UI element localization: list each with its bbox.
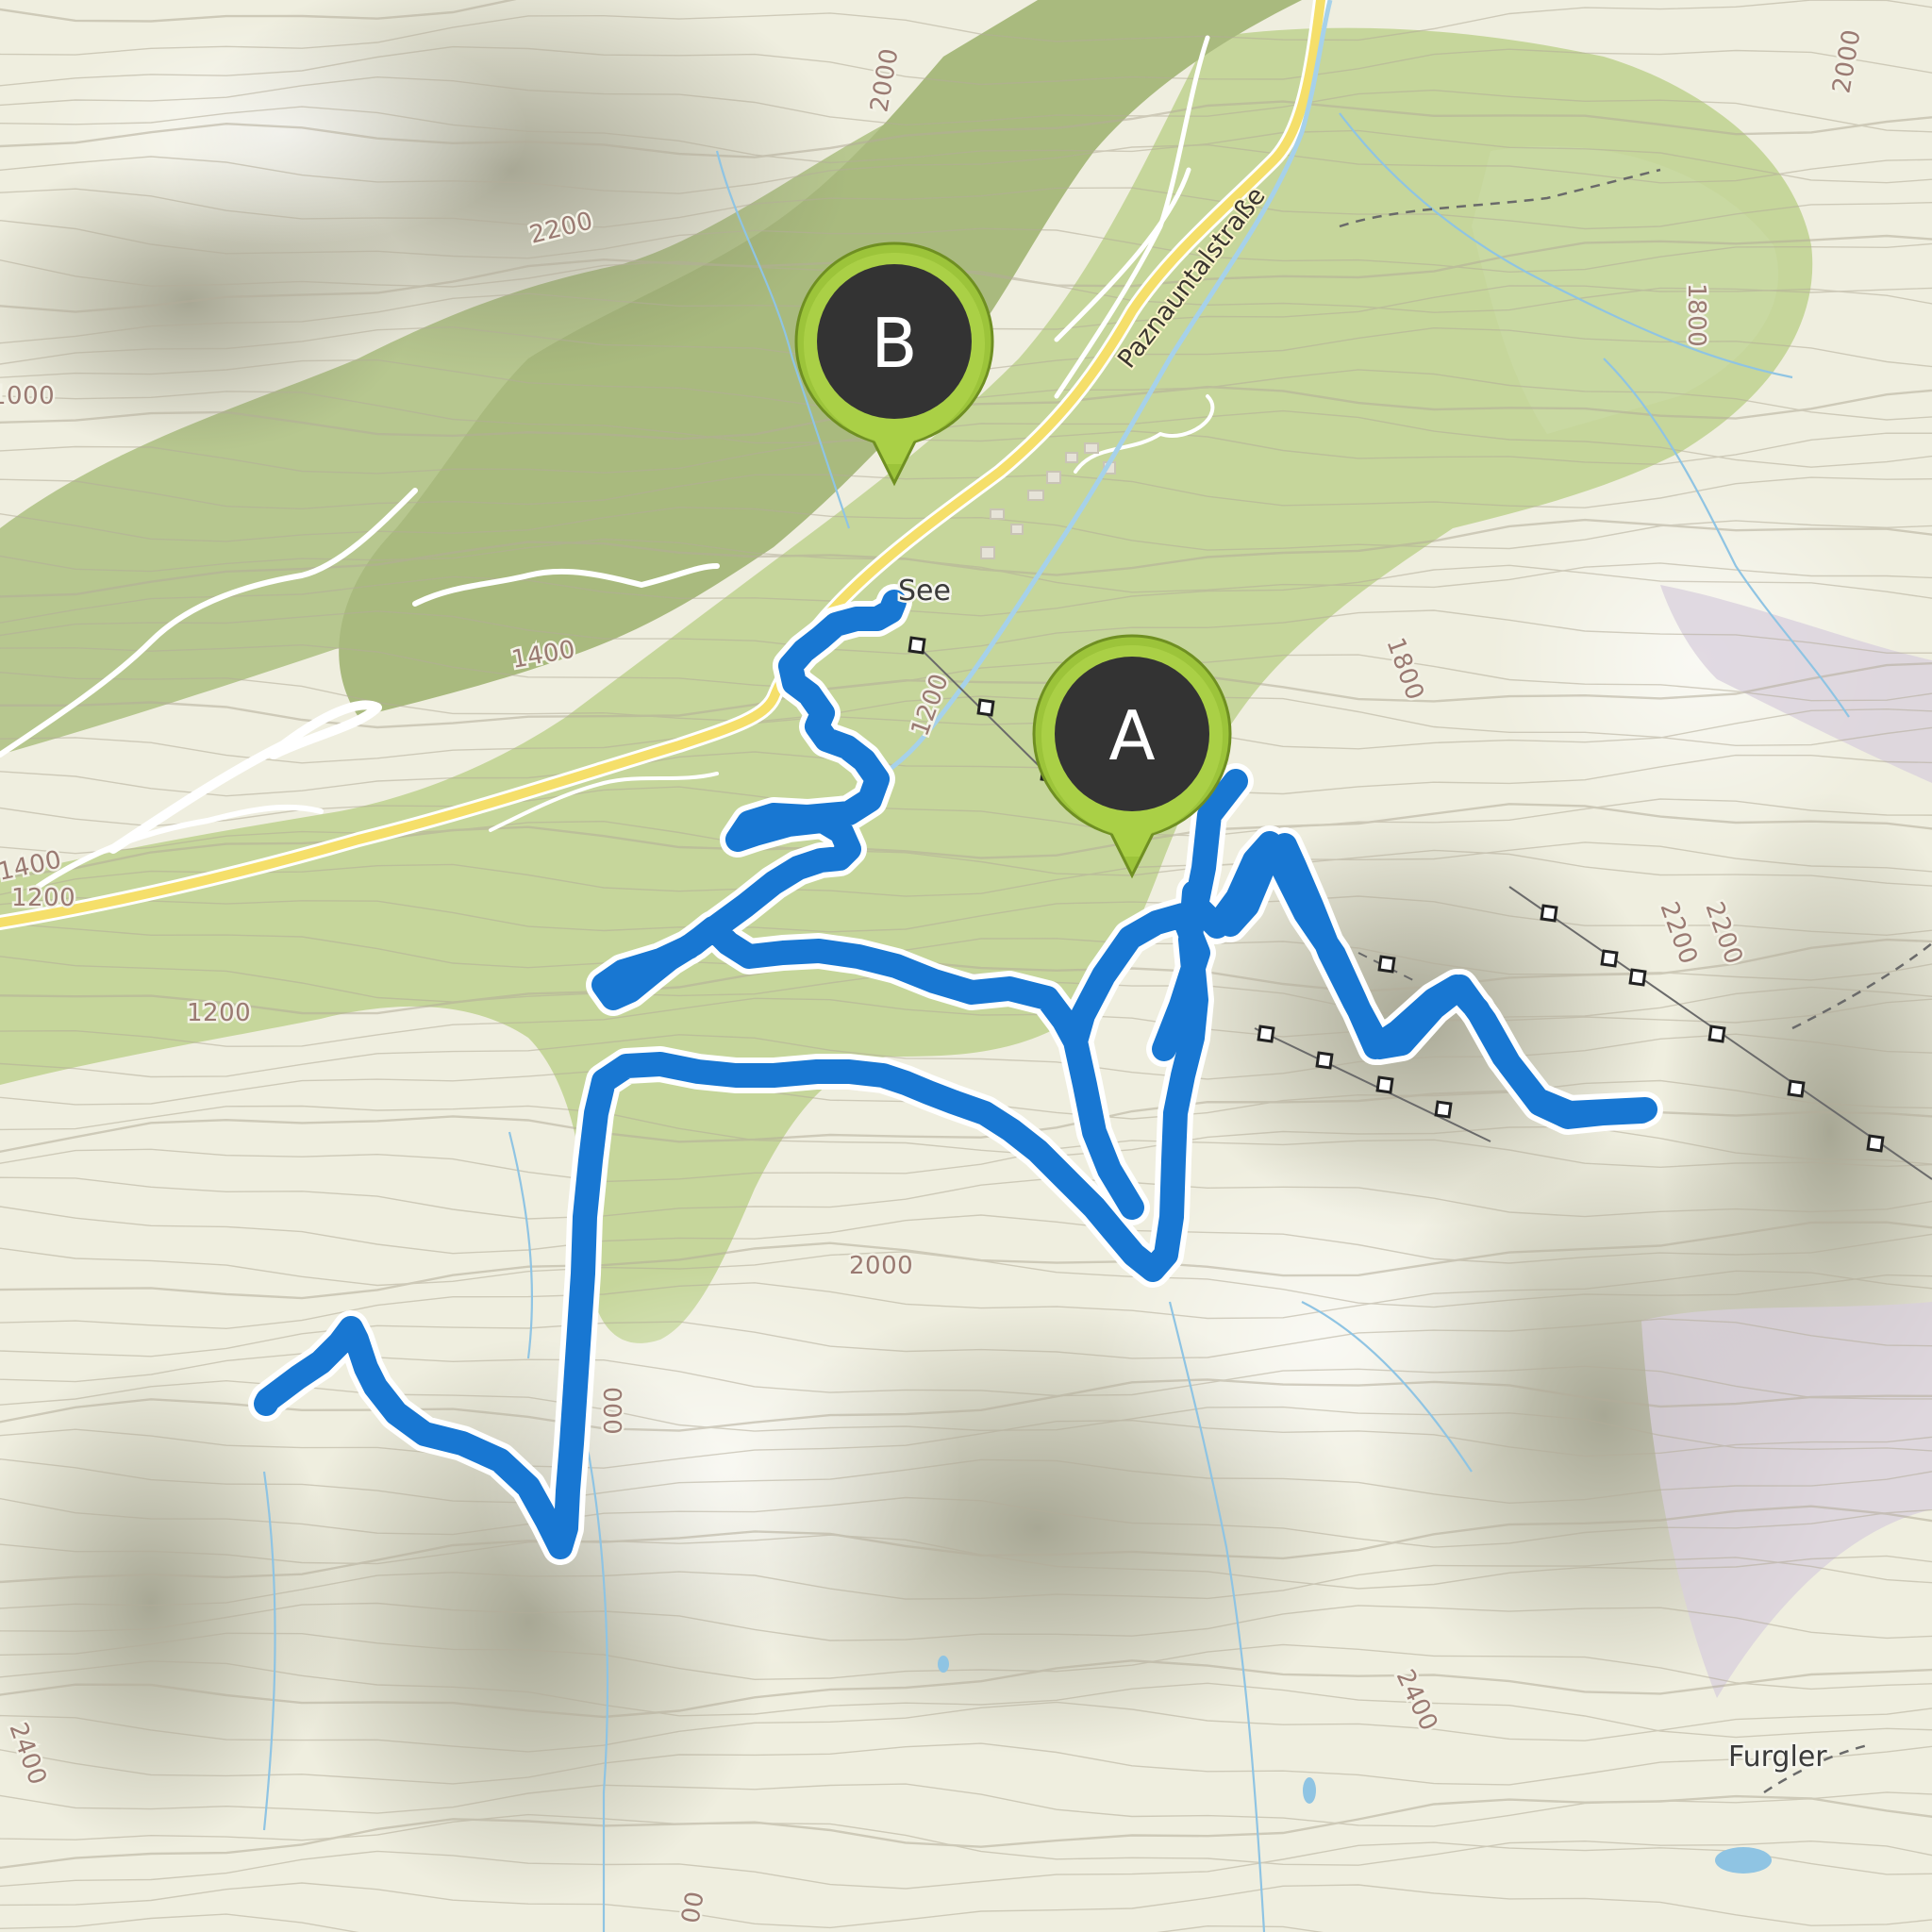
lift-station [1375,1075,1394,1094]
elevation-label: 1800 [1682,283,1710,347]
marker-a-letter: A [1108,696,1155,775]
elevation-label: 1200 [187,999,251,1027]
lift-station [1707,1024,1726,1043]
lake [1303,1777,1316,1804]
elevation-label: 1200 [11,884,75,912]
elevation-label: 00 [676,1889,709,1925]
lift-station [1257,1024,1275,1043]
lift-station [1628,968,1647,987]
elevation-label: 000 [597,1387,625,1435]
lift-station [976,698,995,717]
place-label-furgler: Furgler [1728,1740,1827,1774]
lift-station [1434,1100,1453,1119]
lift-station [1315,1051,1334,1070]
elevation-label: 1000 [0,382,55,410]
lift-station [1600,949,1619,968]
lift-station [908,636,926,655]
map-canvas[interactable]: 2200200018001800200014001200120014002000… [0,0,1932,1932]
lift-station [1787,1079,1806,1098]
place-label-see: See [898,575,951,608]
lake [1715,1847,1772,1874]
lift-station [1377,955,1396,974]
elevation-label: 2000 [849,1252,913,1280]
lake [938,1656,949,1673]
marker-b-letter: B [871,304,917,383]
lift-station [1866,1134,1885,1153]
lift-station [1540,904,1558,923]
